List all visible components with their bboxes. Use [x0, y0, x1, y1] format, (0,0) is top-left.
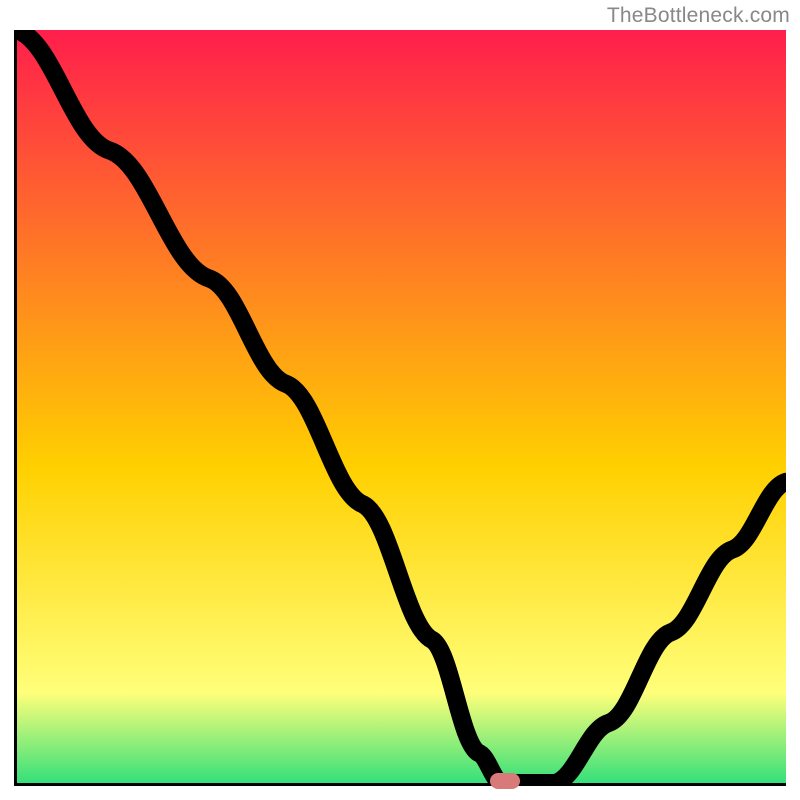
- highlight-marker: [490, 773, 520, 789]
- watermark-text: TheBottleneck.com: [607, 4, 790, 28]
- chart-root: TheBottleneck.com: [0, 0, 800, 800]
- data-curve: [17, 30, 786, 783]
- plot-area: [14, 30, 786, 786]
- curve-path: [17, 30, 786, 783]
